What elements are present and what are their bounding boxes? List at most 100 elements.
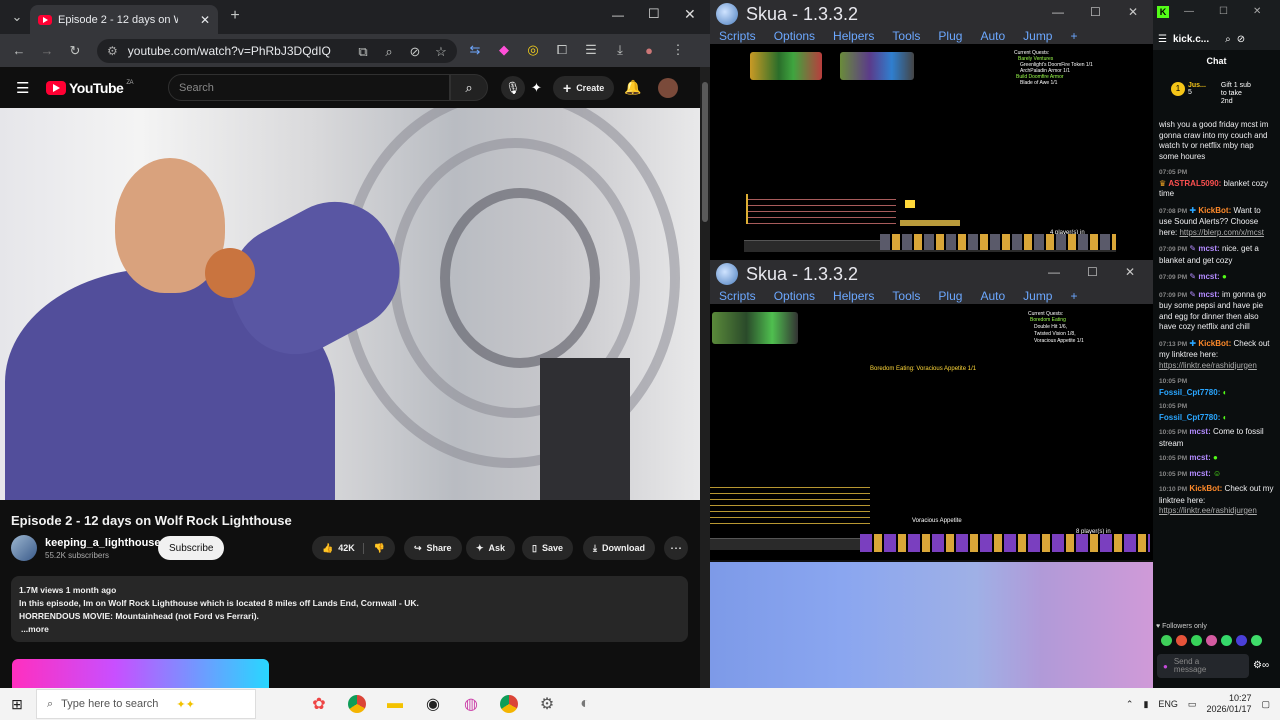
file-explorer-icon[interactable]: ▬ <box>380 689 410 719</box>
language-indicator[interactable]: ENG <box>1158 699 1178 709</box>
network-icon[interactable]: ▭ <box>1188 699 1197 710</box>
skua1-menu-helpers[interactable]: Helpers <box>824 29 883 43</box>
notifications-bell-icon[interactable]: 🔔 <box>624 79 641 96</box>
video-player[interactable] <box>0 108 700 500</box>
message-user[interactable]: Fossil_Cpt7780: <box>1159 388 1220 397</box>
message-link[interactable]: https://linktr.ee/rashidjurgen <box>1159 361 1257 370</box>
battery-icon[interactable]: ▮ <box>1143 699 1148 710</box>
skua2-minimize-icon[interactable]: — <box>1048 265 1060 279</box>
skua-taskbar-icon[interactable]: ◐ <box>570 689 600 719</box>
site-info-icon[interactable]: ⚙ <box>107 44 118 58</box>
voice-search-icon[interactable]: 🎙 <box>501 76 525 100</box>
forward-icon[interactable]: → <box>36 40 58 62</box>
settings-gear-icon[interactable]: ⚙ <box>532 689 562 719</box>
notification-icon[interactable]: ▢ <box>1261 699 1270 710</box>
message-user[interactable]: KickBot: <box>1189 484 1222 493</box>
emote-icon[interactable] <box>1221 635 1232 646</box>
game-viewport-1[interactable]: Current Quests: Barely Ventures Greenlig… <box>710 44 1153 260</box>
install-app-icon[interactable]: ⧉ <box>352 41 374 63</box>
save-button[interactable]: ▯ Save <box>522 536 573 560</box>
like-button[interactable]: 👍 42K <box>322 542 364 554</box>
message-user[interactable]: mcst: <box>1189 427 1210 436</box>
eye-off-icon[interactable]: ⊘ <box>404 41 426 63</box>
taskbar-search-box[interactable]: ⌕ Type here to search ✦✦ <box>36 689 256 719</box>
skua2-menu-scripts[interactable]: Scripts <box>710 289 765 303</box>
message-link[interactable]: https://blerp.com/x/mcst <box>1179 228 1263 237</box>
app-icon[interactable]: ◉ <box>418 689 448 719</box>
more-actions-icon[interactable]: ⋯ <box>664 536 688 560</box>
skua1-menu-add[interactable]: + <box>1061 29 1086 43</box>
emote-icon[interactable] <box>1236 635 1247 646</box>
reload-icon[interactable]: ↻ <box>64 40 86 62</box>
skua2-menu-auto[interactable]: Auto <box>971 289 1014 303</box>
message-user[interactable]: Fossil_Cpt7780: <box>1159 413 1220 422</box>
skua2-maximize-icon[interactable]: ☐ <box>1087 265 1098 279</box>
download-button[interactable]: ⤓ Download <box>583 536 655 560</box>
kick-close-icon[interactable]: ✕ <box>1253 6 1261 17</box>
extension-yellow-icon[interactable]: ◎ <box>522 39 544 61</box>
kick-hide-icon[interactable]: ⊘ <box>1237 34 1245 45</box>
emote-icon[interactable] <box>1206 635 1217 646</box>
kick-minimize-icon[interactable]: — <box>1184 6 1194 17</box>
profile-icon[interactable]: ● <box>638 39 660 61</box>
tab-close-icon[interactable]: ✕ <box>200 13 210 27</box>
reading-list-icon[interactable]: ☰ <box>580 39 602 61</box>
message-user[interactable]: ASTRAL5090: <box>1168 179 1221 188</box>
extensions-puzzle-icon[interactable]: ⧠ <box>551 39 573 61</box>
send-message-input[interactable]: ● Send a message <box>1157 654 1249 678</box>
youtube-search-button[interactable]: ⌕ <box>450 74 488 101</box>
channel-name[interactable]: keeping_a_lighthouse <box>45 537 161 549</box>
skua2-menu-helpers[interactable]: Helpers <box>824 289 883 303</box>
tray-chevron-icon[interactable]: ⌃ <box>1126 699 1134 710</box>
ask-button[interactable]: ✦ Ask <box>466 536 516 560</box>
tab-search-icon[interactable]: ⌄ <box>6 6 28 28</box>
youtube-search-input[interactable]: Search <box>168 74 450 101</box>
skua2-menu-plug[interactable]: Plug <box>929 289 971 303</box>
dislike-button[interactable]: 👎 <box>364 543 395 554</box>
channel-avatar[interactable] <box>11 535 37 561</box>
skill-bar-2[interactable] <box>860 534 1150 552</box>
skua1-menu-options[interactable]: Options <box>765 29 824 43</box>
skill-bar-1[interactable] <box>880 234 1116 250</box>
close-window-icon[interactable]: ✕ <box>684 6 696 23</box>
scrollbar-thumb[interactable] <box>702 82 708 222</box>
skua1-menu-scripts[interactable]: Scripts <box>710 29 765 43</box>
skua2-menu-options[interactable]: Options <box>765 289 824 303</box>
bookmark-star-icon[interactable]: ☆ <box>430 41 452 63</box>
skua-minimize-icon[interactable]: — <box>1052 5 1064 19</box>
skua1-menu-auto[interactable]: Auto <box>971 29 1014 43</box>
recommended-thumbnail[interactable] <box>12 659 269 688</box>
emote-icon[interactable] <box>1251 635 1262 646</box>
message-user[interactable]: mcst: <box>1198 244 1219 253</box>
emote-icon[interactable] <box>1176 635 1187 646</box>
skua1-menu-tools[interactable]: Tools <box>883 29 929 43</box>
share-button[interactable]: ↪ Share <box>404 536 462 560</box>
skua1-menu-jump[interactable]: Jump <box>1014 29 1061 43</box>
extension-translate-icon[interactable]: ⇆ <box>464 39 486 61</box>
message-user[interactable]: mcst: <box>1198 290 1219 299</box>
youtube-logo[interactable]: YouTube ZA <box>46 80 133 96</box>
chrome-icon[interactable] <box>342 689 372 719</box>
sliders-icon[interactable]: ☰ <box>1158 34 1167 45</box>
skua2-menu-jump[interactable]: Jump <box>1014 289 1061 303</box>
back-icon[interactable]: ← <box>8 40 30 62</box>
new-tab-button[interactable]: + <box>224 5 246 27</box>
kick-maximize-icon[interactable]: ☐ <box>1219 6 1228 17</box>
video-description[interactable]: 1.7M views 1 month ago In this episode, … <box>11 576 688 642</box>
message-user[interactable]: KickBot: <box>1198 206 1231 215</box>
extension-pink-icon[interactable]: ◆ <box>493 39 515 61</box>
game-viewport-2[interactable]: Current Quests: Boredom Eating Double Hi… <box>710 304 1153 560</box>
message-user[interactable]: mcst: <box>1189 453 1210 462</box>
message-user[interactable]: KickBot: <box>1198 339 1231 348</box>
windows-start-icon[interactable]: ⊞ <box>2 689 32 719</box>
gift-leaderboard[interactable]: 1 Jus... 5 Gift 1 sub to take 2nd <box>1171 82 1271 112</box>
maximize-icon[interactable]: ☐ <box>648 6 660 22</box>
emote-icon[interactable] <box>1191 635 1202 646</box>
chat-settings-icon[interactable]: ⚙∞ <box>1253 660 1269 671</box>
subscribe-button[interactable]: Subscribe <box>158 536 225 560</box>
copilot-icon[interactable]: ✿ <box>304 689 334 719</box>
skua2-menu-add[interactable]: + <box>1061 289 1086 303</box>
kick-search-icon[interactable]: ⌕ <box>1225 34 1231 45</box>
message-user[interactable]: mcst: <box>1198 272 1219 281</box>
extension-game-icon[interactable]: ✦ <box>531 80 542 96</box>
